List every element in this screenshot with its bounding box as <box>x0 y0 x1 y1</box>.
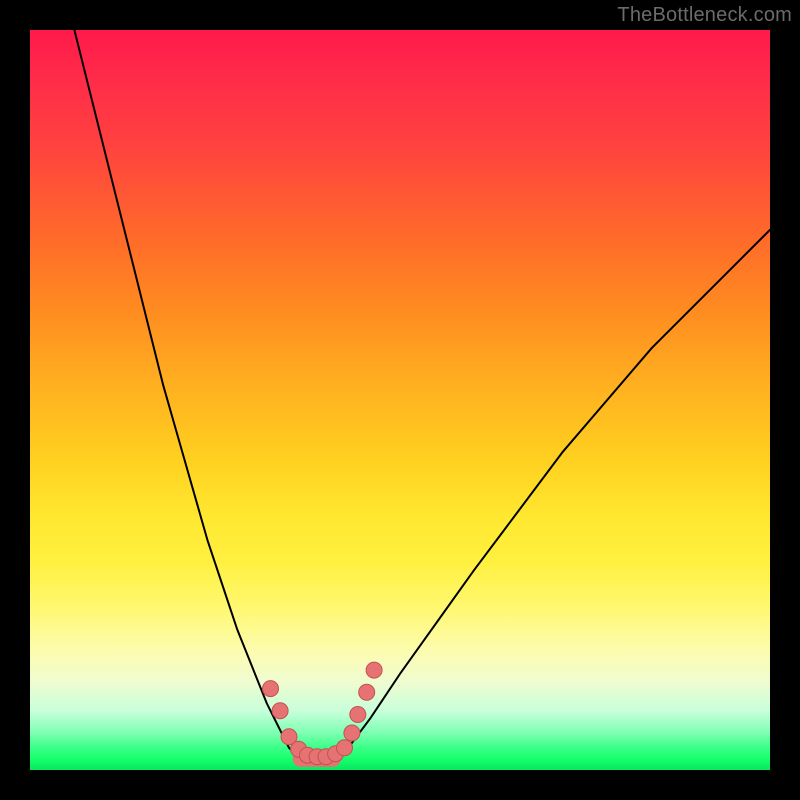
marker-dot <box>272 703 288 719</box>
bottleneck-curve <box>74 30 770 760</box>
marker-dots <box>263 662 383 767</box>
chart-svg <box>30 30 770 770</box>
marker-dot <box>359 684 375 700</box>
marker-dot <box>366 662 382 678</box>
watermark-text: TheBottleneck.com <box>617 4 792 27</box>
marker-dot <box>337 740 353 756</box>
marker-dot <box>344 725 360 741</box>
marker-dot <box>350 707 366 723</box>
marker-dot <box>263 681 279 697</box>
outer-frame: TheBottleneck.com <box>0 0 800 800</box>
curve-path <box>74 30 770 760</box>
